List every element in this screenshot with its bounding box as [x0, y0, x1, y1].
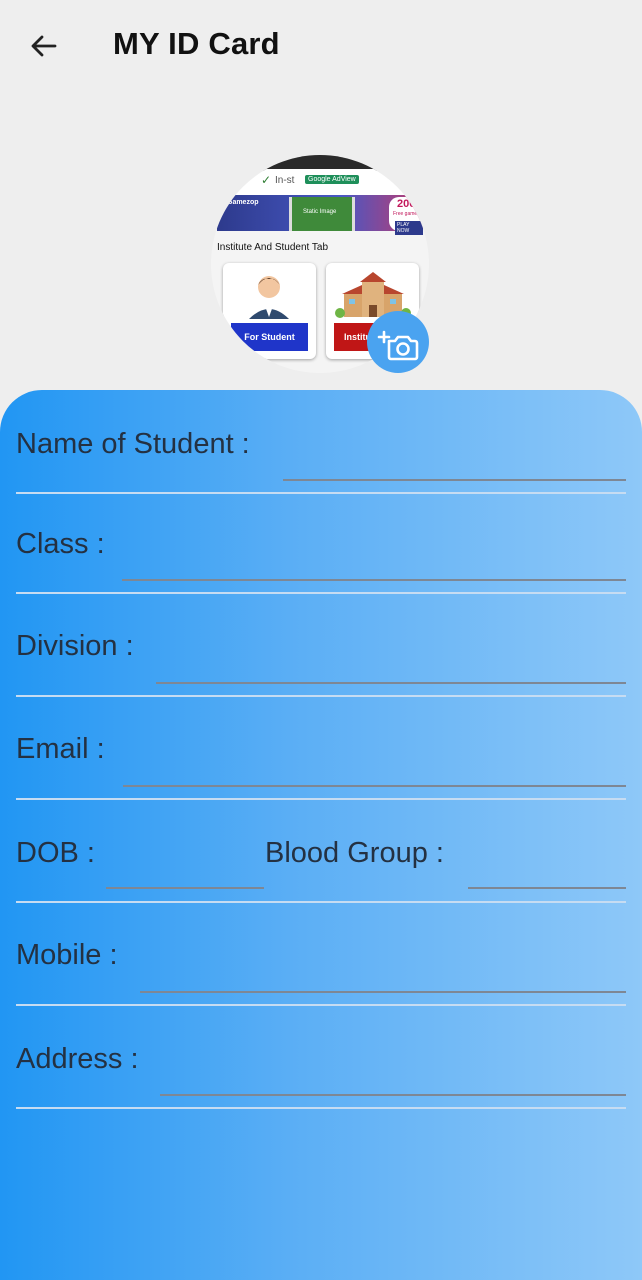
app-bar: MY ID Card: [0, 0, 642, 92]
address-label: Address :: [16, 1043, 139, 1075]
preview-ad-badge: Google AdView: [305, 175, 359, 184]
preview-browser-text: In-st: [275, 175, 295, 186]
mobile-input[interactable]: [140, 991, 626, 993]
address-input[interactable]: [160, 1094, 626, 1096]
preview-browser-bar: ✓ In-st Google AdView: [217, 169, 423, 195]
division-input[interactable]: [156, 682, 626, 684]
class-label: Class :: [16, 528, 105, 560]
division-label: Division :: [16, 630, 134, 662]
class-input[interactable]: [122, 579, 626, 581]
divider: [16, 492, 626, 494]
blood-group-input[interactable]: [468, 887, 626, 889]
divider: [16, 592, 626, 594]
preview-banner-right-top: 200: [397, 198, 416, 210]
mobile-label: Mobile :: [16, 939, 118, 971]
preview-banner-cta: PLAY NOW: [395, 221, 423, 235]
divider: [16, 695, 626, 697]
profile-photo-container: ✓ In-st Google AdView Gamezop Static Ima…: [211, 155, 431, 375]
preview-banner-center: Static Image: [303, 209, 337, 215]
divider: [16, 798, 626, 800]
preview-banner-right-mid: Free games: [393, 211, 420, 217]
add-photo-button[interactable]: [367, 311, 429, 373]
name-input[interactable]: [283, 479, 626, 481]
preview-student-button: For Student: [231, 323, 308, 351]
divider: [16, 1107, 626, 1109]
page-title: MY ID Card: [113, 26, 280, 61]
arrow-left-icon: [31, 35, 57, 57]
email-label: Email :: [16, 733, 105, 765]
check-icon: ✓: [261, 173, 272, 187]
blood-group-label: Blood Group :: [265, 837, 444, 869]
preview-heading: Institute And Student Tab: [217, 242, 329, 253]
divider: [16, 901, 626, 903]
email-input[interactable]: [123, 785, 626, 787]
back-button[interactable]: [22, 24, 66, 68]
preview-banner-left: Gamezop: [227, 199, 259, 206]
preview-student-card: For Student: [223, 263, 316, 359]
student-avatar-icon: [249, 276, 289, 319]
divider: [16, 1004, 626, 1006]
id-card-form: Name of Student : Class : Division : Ema…: [0, 390, 642, 1280]
dob-input[interactable]: [106, 887, 264, 889]
preview-ad-banner: Gamezop Static Image 200 Free games PLAY…: [217, 195, 423, 235]
add-camera-icon: [377, 330, 419, 361]
name-label: Name of Student :: [16, 428, 250, 460]
dob-label: DOB :: [16, 837, 95, 869]
